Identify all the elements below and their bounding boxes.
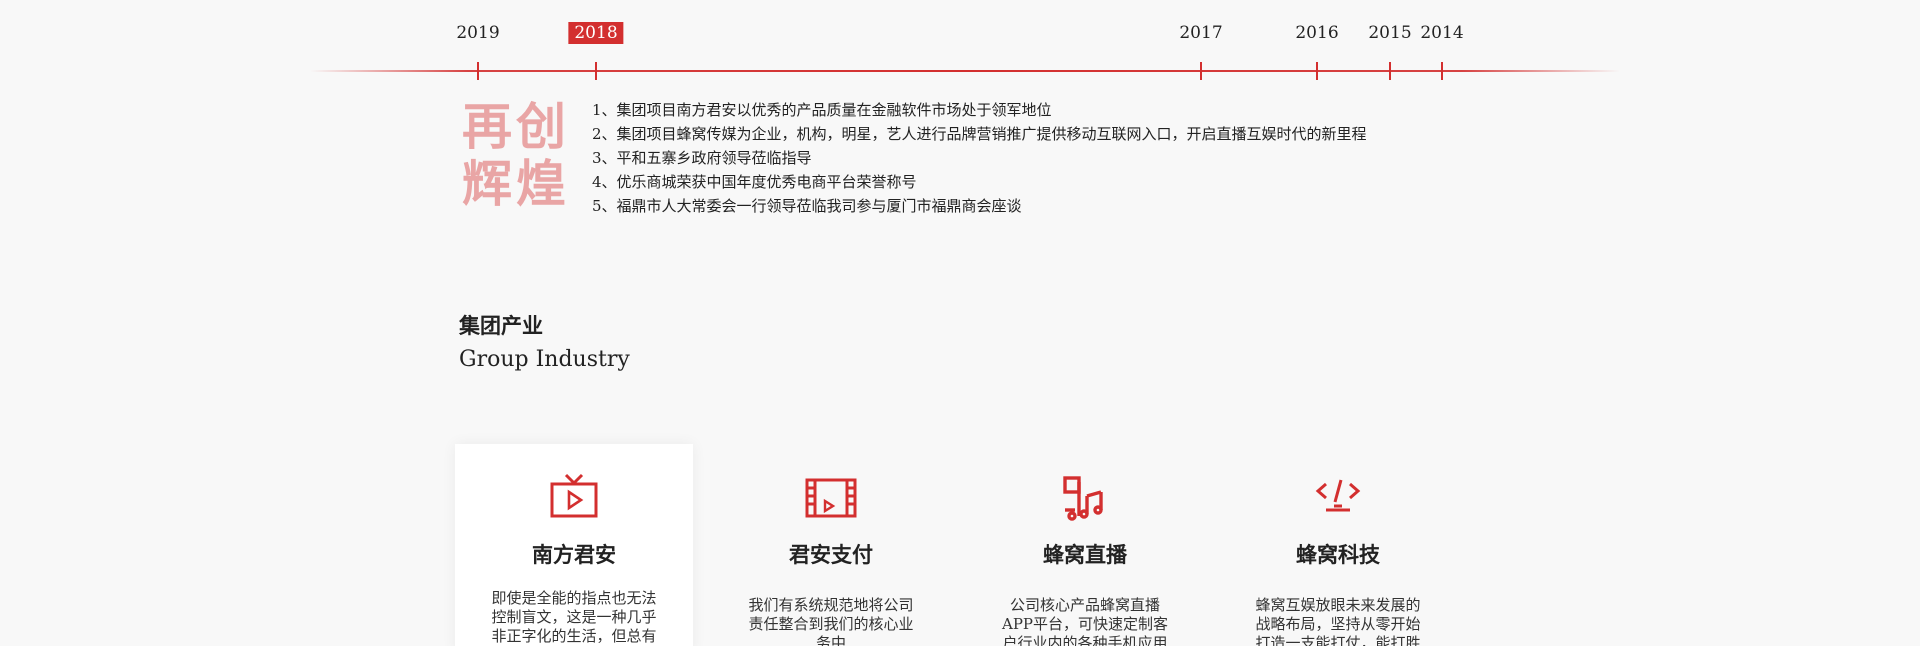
code-icon xyxy=(1310,470,1366,526)
card-description: 公司核心产品蜂窝直播APP平台，可快速定制客户行业内的各种手机应用 xyxy=(1001,596,1169,646)
industry-card-fengwo-live[interactable]: 蜂窝直播 公司核心产品蜂窝直播APP平台，可快速定制客户行业内的各种手机应用 xyxy=(966,444,1204,646)
timeline-year-2014[interactable]: 2014 xyxy=(1414,22,1469,44)
industry-card-nanfang-junan[interactable]: 南方君安 即使是全能的指点也无法控制盲文，这是一种几乎非正字化的生活，但总有 xyxy=(455,444,693,646)
slogan-line-2: 辉煌 xyxy=(462,154,570,213)
year-timeline: 2019 2018 2017 2016 2015 2014 xyxy=(0,0,1920,80)
card-title: 蜂窝科技 xyxy=(1296,542,1380,567)
timeline-tick xyxy=(1316,62,1318,80)
event-item: 2、集团项目蜂窝传媒为企业，机构，明星，艺人进行品牌营销推广提供移动互联网入口，… xyxy=(592,125,1367,143)
timeline-tick xyxy=(477,62,479,80)
industry-card-junan-pay[interactable]: 君安支付 我们有系统规范地将公司责任整合到我们的核心业务中 xyxy=(712,444,950,646)
timeline-tick xyxy=(1200,62,1202,80)
event-item: 3、平和五寨乡政府领导莅临指导 xyxy=(592,149,812,167)
section-title-en: Group Industry xyxy=(459,347,630,372)
music-icon xyxy=(1057,470,1113,526)
timeline-year-2015[interactable]: 2015 xyxy=(1362,22,1417,44)
timeline-tick xyxy=(1441,62,1443,80)
milestone-slogan: 再创 辉煌 xyxy=(462,98,582,212)
event-item: 5、福鼎市人大常委会一行领导莅临我司参与厦门市福鼎商会座谈 xyxy=(592,197,1022,215)
card-description: 我们有系统规范地将公司责任整合到我们的核心业务中 xyxy=(748,596,914,646)
section-title-cn: 集团产业 xyxy=(459,313,543,338)
card-title: 南方君安 xyxy=(532,542,616,567)
timeline-year-2019[interactable]: 2019 xyxy=(450,22,505,44)
tv-icon xyxy=(546,470,602,526)
timeline-year-2016[interactable]: 2016 xyxy=(1289,22,1344,44)
timeline-year-2018[interactable]: 2018 xyxy=(568,22,624,44)
industry-card-fengwo-tech[interactable]: 蜂窝科技 蜂窝互娱放眼未来发展的战略布局，坚持从零开始打造一支能打仗，能打胜 xyxy=(1219,444,1457,646)
card-description: 即使是全能的指点也无法控制盲文，这是一种几乎非正字化的生活，但总有 xyxy=(491,589,657,645)
film-icon xyxy=(803,470,859,526)
timeline-tick xyxy=(595,62,597,80)
event-item: 1、集团项目南方君安以优秀的产品质量在金融软件市场处于领军地位 xyxy=(592,101,1052,119)
milestone-event-list: 1、集团项目南方君安以优秀的产品质量在金融软件市场处于领军地位 2、集团项目蜂窝… xyxy=(592,98,1367,218)
slogan-line-1: 再创 xyxy=(462,97,570,156)
timeline-tick xyxy=(1389,62,1391,80)
timeline-line xyxy=(310,70,1620,72)
card-title: 蜂窝直播 xyxy=(1043,542,1127,567)
timeline-year-2017[interactable]: 2017 xyxy=(1173,22,1228,44)
card-description: 蜂窝互娱放眼未来发展的战略布局，坚持从零开始打造一支能打仗，能打胜 xyxy=(1255,596,1421,646)
event-item: 4、优乐商城荣获中国年度优秀电商平台荣誉称号 xyxy=(592,173,917,191)
card-title: 君安支付 xyxy=(789,542,873,567)
